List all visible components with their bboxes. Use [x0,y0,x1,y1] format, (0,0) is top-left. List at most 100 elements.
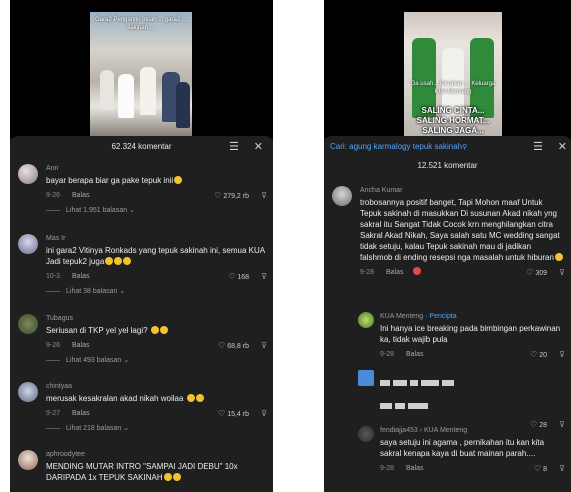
avatar[interactable] [18,314,38,334]
like-button[interactable]: ♡ 168 [228,271,249,283]
reply-item: ♡ 28 ⊽ [358,370,565,430]
left-screenshot: Gara2 Pengantin Inilah ... gara2 ... sak… [10,0,273,492]
comment-username[interactable]: fendiajja453 › KUA Menteng [380,426,565,435]
like-button[interactable]: ♡ 8 [534,463,547,475]
search-suggestion[interactable]: Cari: agung karmalogy tepuk sakinah⚲ ☰ ✕ [324,136,571,158]
comment-count: 12.521 komentar [417,161,478,170]
reply-button[interactable]: Balas [72,410,90,417]
avatar[interactable] [18,234,38,254]
avatar[interactable] [18,450,38,470]
comment-username[interactable]: Ann [46,164,267,173]
emoji-icon [163,473,172,481]
like-count: 20 [539,352,547,359]
chevron-down-icon: ⌄ [129,207,135,214]
like-button[interactable]: ♡ 68,8 rb [218,340,249,352]
video-thumbnail[interactable]: Gara2 Pengantin Inilah ... gara2 ... sak… [90,12,192,138]
close-icon[interactable]: ✕ [254,136,263,158]
avatar[interactable] [332,186,352,206]
reply-button[interactable]: Balas [406,351,424,358]
avatar[interactable] [18,164,38,184]
comment-username[interactable]: Ancha Kumar [360,186,565,195]
like-button[interactable]: ♡ 279,2 rb [214,190,249,202]
emoji-icon [554,253,563,261]
comment-username[interactable]: chintyaa [46,382,267,391]
video-thumbnail[interactable]: Ga usah... Gerakan ... Keluarga KUA Ment… [404,12,502,138]
emoji-icon [172,473,181,481]
view-replies-label: Lihat 218 balasan [66,425,122,432]
dislike-icon[interactable]: ⊽ [559,349,565,360]
like-count: 8 [543,466,547,473]
heart-icon: ♡ [218,409,226,418]
comment-meta: 9-26 Balas ♡ 279,2 rb ⊽ [46,190,267,201]
like-button[interactable]: ♡ 15,4 rb [218,408,249,420]
view-replies-label: Lihat 38 balasan [66,288,118,295]
close-icon[interactable]: ✕ [558,136,567,158]
view-replies-button[interactable]: Lihat 38 balasan ⌄ [46,287,267,297]
video-caption: Gara2 Pengantin Inilah ... gara2 ... sak… [95,17,187,31]
dislike-icon[interactable]: ⊽ [261,190,267,201]
heart-icon: ♡ [526,268,534,277]
reply-button[interactable]: Balas [72,192,90,199]
emoji-icon [150,326,159,334]
dislike-icon[interactable]: ⊽ [559,463,565,474]
reply-button[interactable]: Balas [406,465,424,472]
video-player[interactable]: Ga usah... Gerakan ... Keluarga KUA Ment… [324,0,571,138]
reply-target: › KUA Menteng [419,427,468,434]
reply-button[interactable]: Balas [72,342,90,349]
comment-username[interactable]: Tubagus [46,314,267,323]
dislike-icon[interactable]: ⊽ [559,267,565,278]
comment-meta: 9-27 Balas ♡ 15,4 rb ⊽ [46,408,267,419]
heart-icon: ♡ [228,272,236,281]
view-replies-button[interactable]: Lihat 1.951 balasan ⌄ [46,206,267,216]
view-replies-label: Lihat 493 balasan [66,357,122,364]
avatar[interactable] [358,370,374,386]
like-button[interactable]: ♡ 309 [526,267,547,279]
emoji-icon [174,176,183,184]
chevron-down-icon: ⌄ [123,425,130,432]
dislike-icon[interactable]: ⊽ [261,340,267,351]
chevron-down-icon: ⌄ [123,357,130,364]
right-screenshot: Ga usah... Gerakan ... Keluarga KUA Ment… [324,0,571,492]
video-player[interactable]: Gara2 Pengantin Inilah ... gara2 ... sak… [10,0,273,138]
emoji-icon [159,326,168,334]
search-icon: ⚲ [462,144,468,151]
reply-button[interactable]: Balas [386,269,404,276]
comment-date: 9-27 [46,410,61,417]
comment-text: merusak kesakralan akad nikah woilaa [46,393,267,404]
like-count: 168 [237,274,249,281]
filter-icon[interactable]: ☰ [533,136,543,158]
avatar[interactable] [358,312,374,328]
reply-item: KUA Menteng · Pencipta Ini hanya ice bre… [358,312,565,360]
dislike-icon[interactable]: ⊽ [261,408,267,419]
avatar[interactable] [358,426,374,442]
comments-header: 62.324 komentar ☰ ✕ [10,136,273,158]
divider [46,209,60,211]
emoji-icon [195,394,204,402]
comment-text: Seriusan di TKP yel yel lagi? [46,325,267,336]
comment-username[interactable]: aphroodytee [46,450,267,459]
comment-text: bayar berapa biar ga pake tepuk inii [46,175,267,186]
filter-icon[interactable]: ☰ [229,136,239,158]
view-replies-button[interactable]: Lihat 493 balasan ⌄ [46,356,267,366]
censored-text [380,397,565,415]
reply-item: fendiajja453 › KUA Menteng saya setuju i… [358,426,565,474]
view-replies-button[interactable]: Lihat 218 balasan ⌄ [46,424,267,434]
creator-liked-icon [413,267,422,275]
comments-header: 12.521 komentar [324,158,571,174]
heart-icon: ♡ [214,191,222,200]
comment-date: 9-26 [46,192,61,199]
comment-text: MENDING MUTAR INTRO "SAMPAI JADI DEBU" 1… [46,462,238,482]
dislike-icon[interactable]: ⊽ [261,271,267,282]
comment-item: Ann bayar berapa biar ga pake tepuk inii… [18,164,267,216]
comment-username[interactable]: Mas Ir [46,234,267,243]
like-button[interactable]: ♡ 20 [530,349,547,361]
comment-meta: 10-3 Balas ♡ 168 ⊽ [46,271,267,282]
comment-username[interactable]: KUA Menteng · Pencipta [380,312,565,321]
reply-button[interactable]: Balas [72,273,90,280]
comment-count: 62.324 komentar [111,142,172,151]
comment-item: chintyaa merusak kesakralan akad nikah w… [18,382,267,434]
comment-text: ini gara2 Vitinya Ronkads yang tepuk sak… [46,246,265,266]
like-count: 309 [535,270,547,277]
comment-item: Mas Ir ini gara2 Vitinya Ronkads yang te… [18,234,267,297]
avatar[interactable] [18,382,38,402]
